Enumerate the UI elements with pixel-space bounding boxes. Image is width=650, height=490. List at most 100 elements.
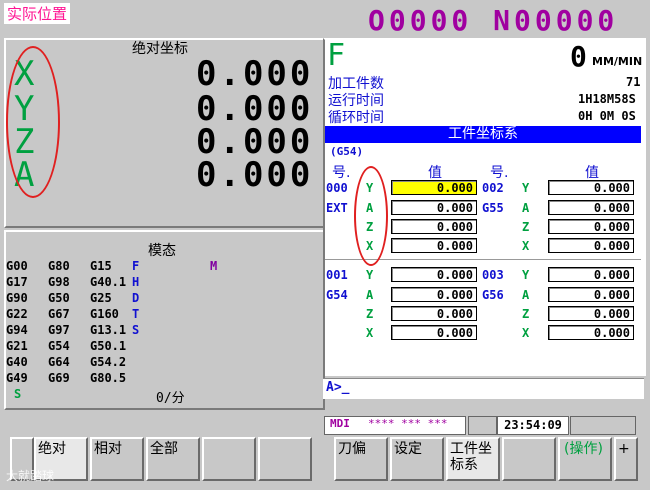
offset-name: G54: [326, 288, 348, 302]
offset-value-field[interactable]: 0.000: [391, 219, 477, 234]
modal-code: G160: [90, 307, 119, 321]
offset-axis: X: [522, 239, 530, 253]
left-value-header: 值: [428, 165, 442, 181]
offset-value-field[interactable]: 0.000: [548, 306, 634, 321]
work-coordinate-title-bar: 工件坐标系: [325, 126, 641, 143]
offset-axis: Y: [366, 268, 374, 282]
status-cell: [468, 416, 497, 435]
modal-code: G40: [6, 355, 28, 369]
modal-code: G25: [90, 291, 112, 305]
cycle-time-label: 循环时间: [328, 110, 384, 126]
softkey-operation[interactable]: (操作): [558, 437, 612, 481]
modal-code: G69: [48, 371, 70, 385]
status-flags: **** *** ***: [368, 417, 448, 430]
offset-name: EXT: [326, 201, 348, 215]
program-number: O0000 N00000: [368, 4, 619, 37]
modal-code: G50: [48, 291, 70, 305]
modal-code: T: [132, 307, 140, 321]
offset-value-field[interactable]: 0.000: [391, 306, 477, 321]
softkey-work-coordinate-line1: 工件坐: [450, 441, 492, 457]
softkey-relative[interactable]: 相对: [90, 437, 144, 481]
offset-axis: A: [366, 288, 374, 302]
right-no-header: 号.: [490, 165, 509, 181]
modal-code: G22: [6, 307, 28, 321]
offset-value-field[interactable]: 0.000: [548, 267, 634, 282]
modal-code: F: [132, 259, 140, 273]
offset-number: 000: [326, 181, 348, 195]
offset-value-field[interactable]: 0.000: [391, 325, 477, 340]
softkey-setting[interactable]: 设定: [390, 437, 444, 481]
offset-name: G56: [482, 288, 504, 302]
modal-code: G00: [6, 259, 28, 273]
modal-code: G54: [48, 339, 70, 353]
offset-axis: Z: [522, 307, 530, 321]
spindle-label: S: [14, 387, 22, 401]
modal-code: G90: [6, 291, 28, 305]
modal-code: G94: [6, 323, 28, 337]
modal-code: G67: [48, 307, 70, 321]
modal-code: H: [132, 275, 140, 289]
offset-axis: A: [522, 201, 530, 215]
offset-axis: X: [366, 326, 374, 340]
left-no-header: 号.: [332, 165, 351, 181]
axis-value-x: 0.000: [196, 54, 314, 94]
softkey-next[interactable]: +: [614, 437, 638, 481]
modal-code: S: [132, 323, 140, 337]
softkey-work-coordinate-line2: 标系: [450, 457, 478, 473]
offset-axis: Y: [522, 268, 530, 282]
offset-value-field[interactable]: 0.000: [548, 180, 634, 195]
offset-value-field[interactable]: 0.000: [391, 238, 477, 253]
offset-value-field[interactable]: 0.000: [391, 180, 477, 195]
modal-code: G49: [6, 371, 28, 385]
softkey-blank-5[interactable]: [258, 437, 312, 481]
clock: 23:54:09: [497, 416, 569, 435]
cycle-time-value: 0H 0M 0S: [578, 109, 636, 123]
offset-value-field[interactable]: 0.000: [548, 219, 634, 234]
offset-number: 002: [482, 181, 504, 195]
softkey-blank-9[interactable]: [502, 437, 556, 481]
modal-code: G80.5: [90, 371, 127, 385]
softkey-all[interactable]: 全部: [146, 437, 200, 481]
softkey-tool-offset[interactable]: 刀偏: [334, 437, 388, 481]
absolute-panel-title: 绝对坐标: [132, 41, 188, 57]
annotation-oval-axes: [6, 46, 60, 198]
offset-name: G55: [482, 201, 504, 215]
offset-value-field[interactable]: 0.000: [548, 325, 634, 340]
right-value-header: 值: [585, 165, 599, 181]
modal-code: G21: [6, 339, 28, 353]
offset-number: 003: [482, 268, 504, 282]
offset-value-field[interactable]: 0.000: [391, 200, 477, 215]
command-input-line[interactable]: [323, 378, 644, 399]
feed-value: 0: [570, 40, 587, 73]
offset-value-field[interactable]: 0.000: [391, 267, 477, 282]
modal-panel-title: 模态: [148, 243, 176, 259]
feed-unit: MM/MIN: [592, 55, 643, 68]
modal-code: G15: [90, 259, 112, 273]
offset-number: 001: [326, 268, 348, 282]
run-time-value: 1H18M58S: [578, 92, 636, 106]
modal-code: G13.1: [90, 323, 127, 337]
offset-value-field[interactable]: 0.000: [548, 238, 634, 253]
offset-axis: Y: [522, 181, 530, 195]
modal-code: G50.1: [90, 339, 127, 353]
mode-indicator: MDI: [330, 417, 350, 430]
softkey-work-coordinate[interactable]: 工件坐 标系: [446, 437, 500, 481]
input-prompt[interactable]: A>_: [326, 380, 349, 395]
offset-value-field[interactable]: 0.000: [391, 287, 477, 302]
modal-code: G80: [48, 259, 70, 273]
modal-code: G40.1: [90, 275, 127, 289]
modal-code: M: [210, 259, 218, 273]
work-coordinate-group: (G54): [330, 145, 364, 158]
offset-axis: Z: [366, 307, 374, 321]
feed-letter: F: [327, 38, 346, 73]
axis-value-a: 0.000: [196, 155, 314, 195]
offset-value-field[interactable]: 0.000: [548, 200, 634, 215]
modal-code: G17: [6, 275, 28, 289]
softkey-blank-4[interactable]: [202, 437, 256, 481]
screen-title: 实际位置: [4, 3, 71, 24]
offset-value-field[interactable]: 0.000: [548, 287, 634, 302]
watermark: 大就踏球: [6, 469, 55, 483]
modal-code: D: [132, 291, 140, 305]
offset-axis: X: [522, 326, 530, 340]
modal-code: G54.2: [90, 355, 127, 369]
